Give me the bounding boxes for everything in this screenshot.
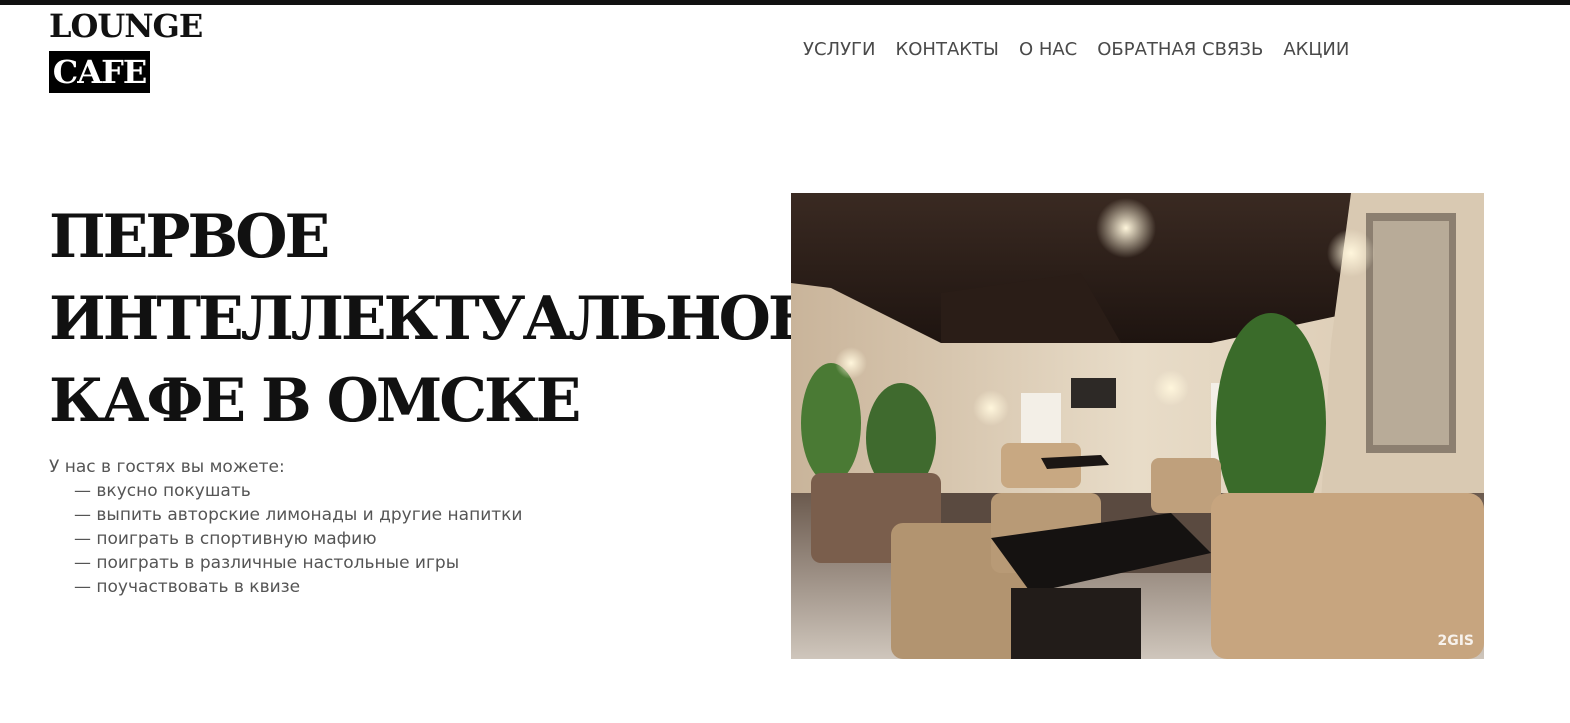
photo-watermark: 2GIS: [1437, 633, 1474, 649]
top-border: [0, 0, 1570, 5]
feature-item: — поиграть в спортивную мафию: [74, 529, 377, 549]
cafe-interior-photo: 2GIS: [791, 193, 1484, 659]
cafe-interior-illustration: [791, 193, 1484, 659]
nav-item-about[interactable]: О НАС: [1019, 38, 1077, 62]
hero-title-line: ПЕРВОЕ: [49, 202, 330, 272]
hero-intro: У нас в гостях вы можете:: [49, 457, 285, 477]
logo-text-cafe: CAFE: [49, 51, 150, 93]
feature-item: — поиграть в различные настольные игры: [74, 553, 460, 573]
site-logo[interactable]: LOUNGE CAFE: [49, 8, 209, 94]
nav-item-contacts[interactable]: КОНТАКТЫ: [895, 38, 998, 62]
feature-item: — вкусно покушать: [74, 481, 251, 501]
feature-item: — выпить авторские лимонады и другие нап…: [74, 505, 523, 525]
hero-title-line: КАФЕ В ОМСКЕ: [49, 366, 581, 436]
features-list: — вкусно покушать — выпить авторские лим…: [74, 479, 522, 599]
hero-title: ПЕРВОЕ ИНТЕЛЛЕКТУАЛЬНОЕ КАФЕ В ОМСКЕ: [49, 196, 814, 442]
nav-item-promotions[interactable]: АКЦИИ: [1283, 38, 1349, 62]
feature-item: — поучаствовать в квизе: [74, 577, 301, 597]
hero-title-line: ИНТЕЛЛЕКТУАЛЬНОЕ: [49, 284, 814, 354]
nav-item-feedback[interactable]: ОБРАТНАЯ СВЯЗЬ: [1097, 38, 1263, 62]
nav-item-services[interactable]: УСЛУГИ: [803, 38, 875, 62]
logo-text-lounge: LOUNGE: [49, 7, 203, 45]
main-nav: УСЛУГИ КОНТАКТЫ О НАС ОБРАТНАЯ СВЯЗЬ АКЦ…: [803, 38, 1369, 62]
